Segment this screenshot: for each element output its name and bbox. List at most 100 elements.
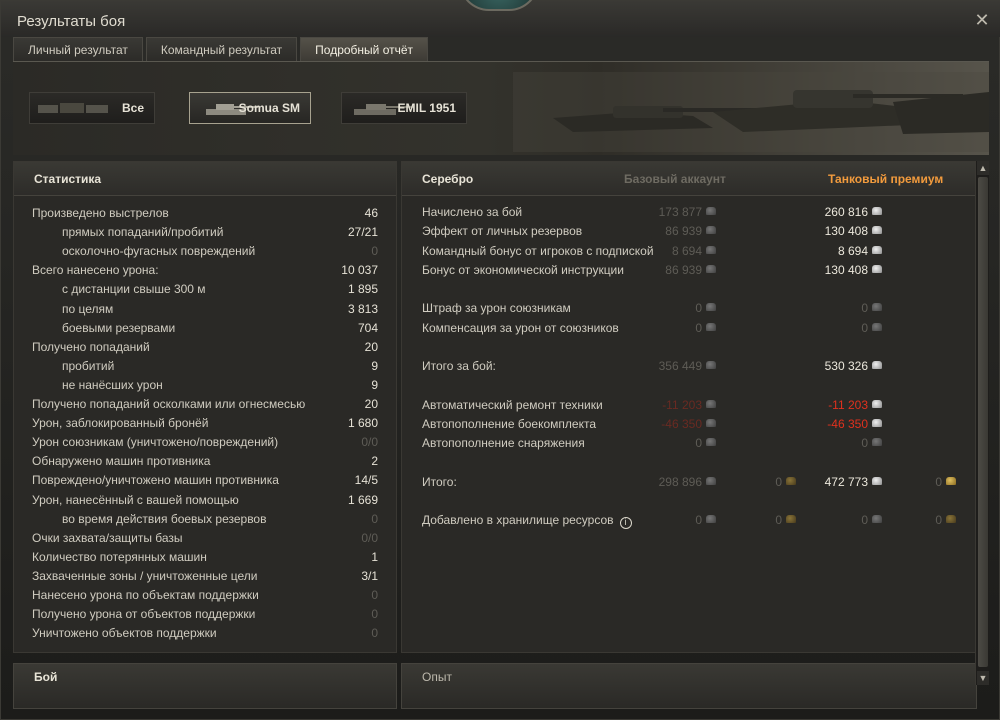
- base-credit-value: 356 449: [659, 357, 716, 376]
- silver-coin-icon: [706, 264, 716, 273]
- tab-detailed-report[interactable]: Подробный отчёт: [300, 37, 429, 61]
- vehicle-filter-somua-sm[interactable]: Somua SM: [189, 92, 311, 124]
- gold-coin-icon: [946, 515, 956, 523]
- stat-value: 0: [371, 607, 378, 622]
- stat-row: Урон, заблокированный бронёй 1 680: [14, 414, 398, 433]
- vehicle-label: EMIL 1951: [397, 101, 456, 115]
- credit-row: Автопополнение боекомплекта -46 350 -46 35…: [402, 415, 978, 434]
- silver-coin-icon: [872, 207, 882, 215]
- silver-coin-icon: [872, 303, 882, 312]
- stat-value: 0/0: [361, 530, 378, 545]
- stat-value: 3/1: [361, 568, 378, 583]
- statistics-header: Статистика: [14, 162, 396, 196]
- vehicle-filter-all[interactable]: Все: [29, 92, 155, 124]
- stat-value: 704: [357, 320, 378, 335]
- credit-row: Итого за бой: 356 449 530 326: [402, 357, 978, 376]
- credit-row: Бонус от экономической инструкции 86 939 1…: [402, 261, 978, 280]
- scrollbar[interactable]: ▲ ▼: [975, 161, 989, 685]
- info-icon[interactable]: i: [619, 517, 632, 529]
- stat-row: по целям 3 813: [14, 300, 398, 319]
- base-credit-value: 0: [695, 511, 716, 530]
- credit-label-text: Компенсация за урон от союзников: [422, 320, 619, 335]
- gold-coin-icon: [786, 515, 796, 523]
- stat-label: Обнаружено машин противника: [32, 454, 211, 469]
- tanks-background-image: [513, 72, 989, 152]
- premium-credit-value: 0: [861, 299, 882, 318]
- base-credit-value: 0: [695, 319, 716, 338]
- premium-credit-amount: 0: [861, 320, 868, 335]
- close-button[interactable]: ✕: [973, 11, 991, 29]
- gold-coin-icon: [786, 476, 796, 485]
- silver-coin-icon: [872, 264, 882, 273]
- silver-coin-icon: [872, 515, 882, 523]
- stat-value: 20: [364, 397, 378, 411]
- silver-coin-icon: [706, 245, 716, 254]
- experience-section-header[interactable]: Опыт: [401, 663, 977, 709]
- credit-label-text: Автопополнение снаряжения: [422, 436, 585, 450]
- stat-row: с дистанции свыше 300 м 1 895: [14, 280, 398, 299]
- base-credit-amount: 0: [695, 320, 702, 335]
- vehicle-label: Somua SM: [238, 101, 300, 115]
- stat-row: Очки захвата/защиты базы 0/0: [14, 529, 398, 548]
- stat-row: прямых попаданий/пробитий 27/21: [14, 223, 398, 242]
- credit-label: Автоматический ремонт техники: [422, 396, 603, 415]
- premium-credit-amount: -11 203: [828, 397, 868, 412]
- credit-label-text: Итого за бой:: [422, 359, 496, 373]
- stat-label: Урон, заблокированный бронёй: [32, 416, 209, 431]
- battle-section-title: Бой: [34, 670, 58, 684]
- silver-coin-icon: [706, 515, 716, 523]
- stat-label: Получено урона от объектов поддержки: [32, 607, 256, 622]
- base-credit-value: 173 877: [659, 203, 716, 222]
- silver-coin-icon: [706, 418, 716, 427]
- stat-label: Получено попаданий осколками или огнесме…: [32, 397, 306, 411]
- silver-coin-icon: [872, 226, 882, 235]
- premium-credit-amount: 530 326: [824, 359, 868, 373]
- stat-value: 0: [371, 588, 378, 602]
- base-gold-amount: 0: [775, 513, 782, 527]
- premium-credit-amount: 8 694: [837, 243, 868, 258]
- credit-label-text: Бонус от экономической инструкции: [422, 262, 624, 277]
- stat-label: прямых попаданий/пробитий: [62, 225, 224, 240]
- premium-credit-value: 0: [861, 319, 882, 338]
- premium-credit-amount: 130 408: [824, 224, 868, 239]
- silver-coin-icon: [872, 438, 882, 446]
- premium-credit-value: 472 773: [825, 473, 882, 492]
- credits-panel: Серебро Базовый аккаунт Танковый премиум…: [401, 161, 977, 653]
- credit-label: Эффект от личных резервов: [422, 222, 582, 241]
- stat-value: 1 669: [347, 492, 378, 507]
- base-credit-amount: 298 896: [658, 474, 702, 489]
- stat-value: 27/21: [347, 225, 378, 240]
- credit-label: Автопополнение снаряжения: [422, 434, 585, 453]
- premium-credit-amount: 260 816: [824, 205, 868, 219]
- stat-value: 0: [371, 511, 378, 526]
- stat-label: Урон, нанесённый с вашей помощью: [32, 492, 239, 507]
- credit-row: Автоматический ремонт техники -11 203 -11 …: [402, 396, 978, 415]
- base-credit-amount: 86 939: [665, 262, 702, 277]
- scroll-down-icon[interactable]: ▼: [977, 671, 989, 685]
- stat-value: 9: [371, 377, 378, 392]
- credit-label: Компенсация за урон от союзников: [422, 319, 619, 338]
- vehicle-filter-emil-1951[interactable]: EMIL 1951: [341, 92, 467, 124]
- base-credit-amount: -46 350: [661, 416, 702, 431]
- stat-label: по целям: [62, 301, 114, 316]
- credit-label: Бонус от экономической инструкции: [422, 261, 624, 280]
- scroll-thumb[interactable]: [978, 177, 988, 667]
- tab-personal-result[interactable]: Личный результат: [13, 37, 143, 61]
- credit-label-text: Штраф за урон союзникам: [422, 301, 571, 316]
- base-credit-amount: 173 877: [658, 205, 702, 219]
- battle-section-header[interactable]: Бой: [13, 663, 397, 709]
- tab-team-result[interactable]: Командный результат: [145, 37, 298, 61]
- base-credit-amount: 0: [695, 513, 702, 527]
- stat-value: 3 813: [347, 301, 378, 316]
- stat-label: пробитий: [62, 358, 115, 373]
- stat-label: осколочно-фугасных повреждений: [62, 244, 256, 259]
- credit-label: Штраф за урон союзникам: [422, 299, 571, 318]
- stat-row: Всего нанесено урона: 10 037: [14, 261, 398, 280]
- credit-label: Итого за бой:: [422, 357, 496, 376]
- base-credit-value: 0: [695, 434, 716, 453]
- silver-coin-icon: [872, 476, 882, 485]
- credit-label-text: Эффект от личных резервов: [422, 224, 583, 239]
- scroll-up-icon[interactable]: ▲: [977, 161, 989, 175]
- credit-label: Итого:: [422, 473, 457, 492]
- premium-credit-value: -11 203: [828, 396, 882, 415]
